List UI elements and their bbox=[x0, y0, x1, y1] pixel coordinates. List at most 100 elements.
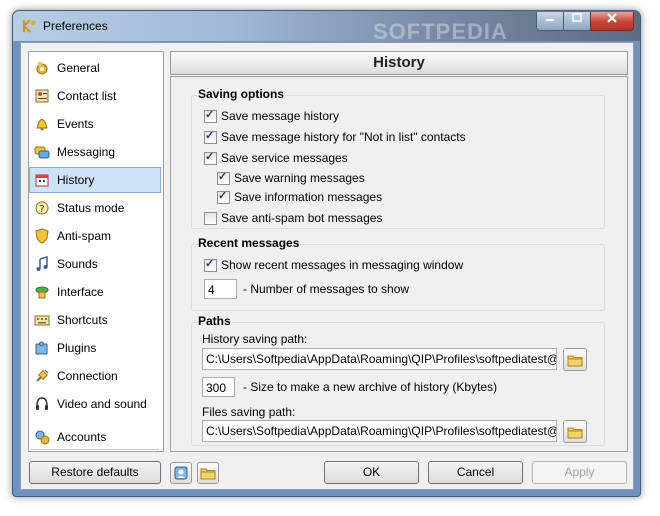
message-count-input[interactable]: 4 bbox=[204, 279, 237, 299]
save-not-in-list-history-checkbox[interactable]: Save message history for "Not in list" c… bbox=[204, 128, 466, 146]
sidebar-item-history[interactable]: History bbox=[29, 167, 161, 193]
checkbox-box[interactable] bbox=[204, 211, 217, 225]
sidebar-item-shortcuts[interactable]: Shortcuts bbox=[30, 307, 160, 333]
calendar-icon bbox=[34, 172, 50, 188]
status-icon: ? bbox=[34, 200, 50, 216]
checkbox-label: Save information messages bbox=[234, 190, 383, 204]
close-icon bbox=[607, 13, 617, 23]
ok-button[interactable]: OK bbox=[324, 461, 419, 484]
checkbox-label: Save warning messages bbox=[234, 171, 365, 185]
folder-icon bbox=[567, 355, 583, 366]
sidebar-item-interface[interactable]: Interface bbox=[30, 279, 160, 305]
keyboard-icon bbox=[34, 312, 50, 328]
folder-icon bbox=[567, 427, 583, 438]
sidebar-item-label: Contact list bbox=[57, 89, 117, 103]
window-title: Preferences bbox=[43, 19, 108, 33]
checkbox-label: Save service messages bbox=[221, 151, 348, 165]
client-area: General Contact list Events Messaging Hi… bbox=[20, 42, 634, 490]
files-path-label: Files saving path: bbox=[202, 405, 296, 419]
interface-icon bbox=[34, 284, 50, 300]
music-note-icon bbox=[34, 256, 50, 272]
sidebar-item-contact-list[interactable]: Contact list bbox=[30, 83, 160, 109]
sidebar-item-status-mode[interactable]: ? Status mode bbox=[30, 195, 160, 221]
sidebar-item-label: Video and sound bbox=[57, 397, 147, 411]
profile-settings-button[interactable] bbox=[170, 462, 192, 484]
save-service-messages-checkbox[interactable]: Save service messages bbox=[204, 149, 348, 167]
sidebar-item-label: Messaging bbox=[57, 145, 116, 159]
maximize-button[interactable] bbox=[563, 12, 591, 31]
sidebar-item-connection[interactable]: Connection bbox=[30, 363, 160, 389]
sidebar-item-accounts[interactable]: Accounts bbox=[30, 424, 160, 450]
folder-icon bbox=[200, 468, 216, 480]
gear-person-icon bbox=[34, 60, 50, 76]
title-bar[interactable]: Preferences SOFTPEDIA bbox=[13, 11, 640, 44]
checkbox-label: Save anti-spam bot messages bbox=[221, 211, 383, 225]
restore-defaults-button[interactable]: Restore defaults bbox=[29, 461, 161, 484]
minimize-icon bbox=[546, 19, 554, 21]
files-path-browse-button[interactable] bbox=[563, 420, 587, 443]
sidebar-item-video-and-sound[interactable]: Video and sound bbox=[30, 391, 160, 417]
saving-options-title: Saving options bbox=[197, 87, 286, 101]
save-anti-spam-messages-checkbox[interactable]: Save anti-spam bot messages bbox=[204, 209, 382, 227]
checkbox-box[interactable] bbox=[204, 129, 217, 144]
checkbox-box[interactable] bbox=[204, 108, 217, 123]
user-settings-icon bbox=[174, 466, 188, 480]
history-path-label: History saving path: bbox=[202, 332, 308, 346]
bell-icon bbox=[34, 116, 50, 132]
messaging-icon bbox=[34, 144, 50, 160]
sidebar-item-label: History bbox=[57, 173, 95, 187]
checkbox-box[interactable] bbox=[204, 257, 217, 272]
maximize-icon bbox=[572, 13, 582, 22]
puzzle-icon bbox=[34, 340, 50, 356]
sidebar-item-label: Sounds bbox=[57, 257, 98, 271]
checkbox-box[interactable] bbox=[217, 170, 230, 185]
preferences-window: Preferences SOFTPEDIA General Contact li… bbox=[12, 10, 641, 497]
minimize-button[interactable] bbox=[536, 12, 564, 31]
history-path-browse-button[interactable] bbox=[563, 348, 587, 371]
sidebar-item-general[interactable]: General bbox=[30, 55, 160, 81]
app-icon bbox=[22, 19, 36, 33]
page-title: History bbox=[170, 51, 628, 75]
checkbox-label: Show recent messages in messaging window bbox=[221, 258, 464, 272]
apply-button[interactable]: Apply bbox=[532, 461, 627, 484]
shield-icon bbox=[34, 228, 50, 244]
sidebar-item-events[interactable]: Events bbox=[30, 111, 160, 137]
show-recent-messages-checkbox[interactable]: Show recent messages in messaging window bbox=[204, 256, 463, 274]
message-count-label: - Number of messages to show bbox=[243, 282, 410, 296]
checkbox-label: Save message history for "Not in list" c… bbox=[221, 130, 466, 144]
sidebar-item-label: Anti-spam bbox=[57, 229, 112, 243]
contact-list-icon bbox=[34, 88, 50, 104]
sidebar-item-label: General bbox=[57, 61, 100, 75]
history-path-input[interactable]: C:\Users\Softpedia\AppData\Roaming\QIP\P… bbox=[202, 348, 557, 370]
sidebar-item-label: Events bbox=[57, 117, 94, 131]
sidebar-item-messaging[interactable]: Messaging bbox=[30, 139, 160, 165]
sidebar-item-label: Accounts bbox=[57, 430, 107, 444]
save-information-messages-checkbox[interactable]: Save information messages bbox=[217, 188, 382, 206]
cancel-button[interactable]: Cancel bbox=[428, 461, 523, 484]
checkbox-box[interactable] bbox=[204, 150, 217, 165]
checkbox-box[interactable] bbox=[217, 189, 230, 204]
sidebar-item-label: Interface bbox=[57, 285, 104, 299]
recent-messages-group bbox=[191, 244, 605, 311]
accounts-icon bbox=[34, 429, 50, 445]
close-button[interactable] bbox=[590, 12, 634, 31]
history-settings-panel: Saving options Save message history Save… bbox=[170, 76, 628, 452]
paths-title: Paths bbox=[197, 314, 232, 328]
sidebar-item-anti-spam[interactable]: Anti-spam bbox=[30, 223, 160, 249]
files-path-input[interactable]: C:\Users\Softpedia\AppData\Roaming\QIP\P… bbox=[202, 420, 557, 442]
sidebar-item-sounds[interactable]: Sounds bbox=[30, 251, 160, 277]
save-warning-messages-checkbox[interactable]: Save warning messages bbox=[217, 169, 365, 187]
sidebar-item-label: Connection bbox=[57, 369, 118, 383]
sidebar-item-label: Shortcuts bbox=[57, 313, 108, 327]
checkbox-label: Save message history bbox=[221, 109, 340, 123]
open-profile-folder-button[interactable] bbox=[197, 462, 219, 484]
headset-icon bbox=[34, 396, 50, 412]
sidebar-item-plugins[interactable]: Plugins bbox=[30, 335, 160, 361]
archive-size-input[interactable]: 300 bbox=[202, 377, 235, 397]
category-sidebar: General Contact list Events Messaging Hi… bbox=[28, 51, 164, 452]
save-message-history-checkbox[interactable]: Save message history bbox=[204, 107, 339, 125]
recent-messages-title: Recent messages bbox=[197, 236, 301, 250]
sidebar-item-label: Plugins bbox=[57, 341, 97, 355]
svg-text:?: ? bbox=[39, 204, 44, 215]
archive-size-label: - Size to make a new archive of history … bbox=[243, 380, 498, 394]
